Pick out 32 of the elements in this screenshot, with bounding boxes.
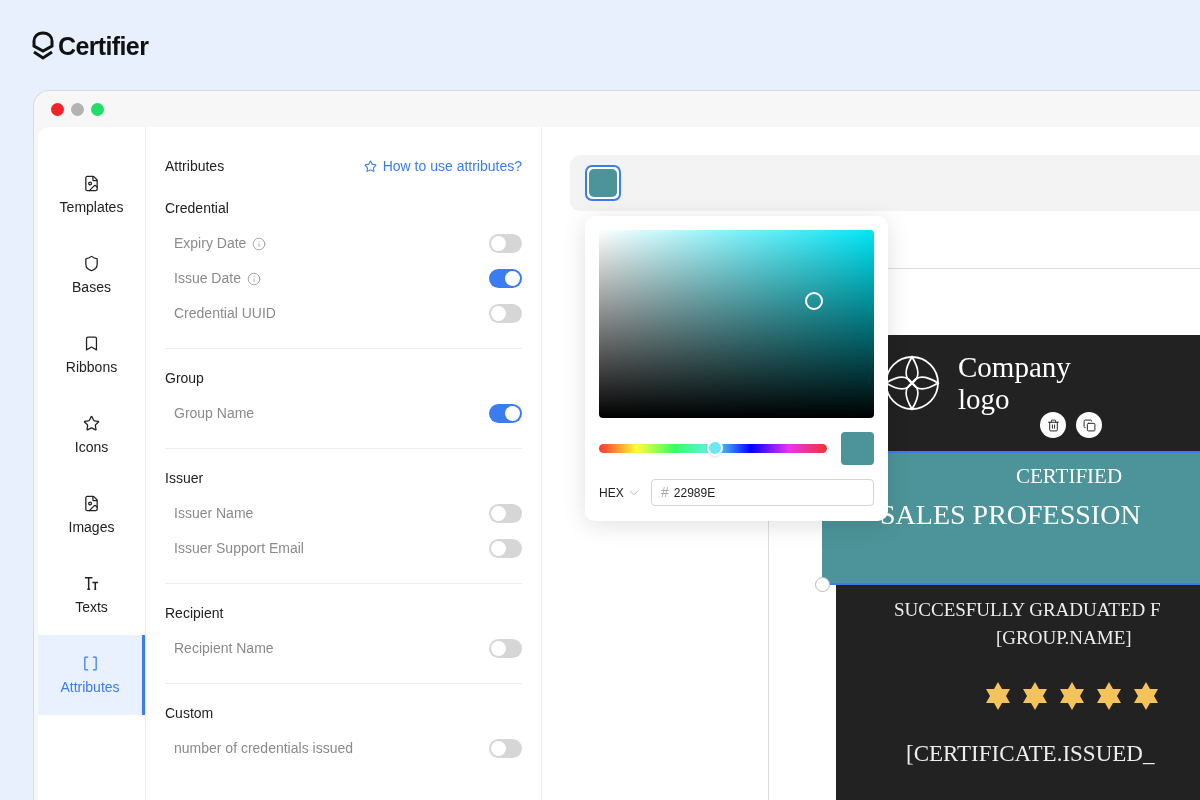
format-dropdown[interactable]: HEX [599,483,643,502]
section-title: Issuer [165,469,205,488]
sidebar-item[interactable]: Ribbons [38,315,145,395]
sidebar-item[interactable]: Texts [38,555,145,635]
section-title: Group [165,369,205,388]
attribute-label: Credential UUID [174,304,276,323]
sidebar-item[interactable]: Icons [38,395,145,475]
attribute-label: Group Name [174,404,255,423]
section-title: Custom [165,704,215,723]
band-subtitle: CERTIFIED [1015,463,1124,489]
logo-text: Company logo [958,351,1072,415]
sidebar-item[interactable]: Attributes [38,635,145,715]
brand-name: Certifier [58,31,149,61]
panel-title: Attributes [165,156,225,176]
sidebar-item[interactable]: Bases [38,235,145,315]
attribute-label: Recipient Name [174,639,274,658]
certificate-text: SUCCESFULLY GRADUATED F [893,598,1162,622]
section-title: Credential [165,199,230,218]
attribute-label: Issuer Support Email [174,539,304,558]
certificate-text: [GROUP.NAME] [995,626,1133,650]
sidebar-item[interactable]: Templates [38,155,145,235]
hash-label: # [661,483,669,502]
hex-input[interactable]: # 22989E [651,479,874,506]
section-title: Recipient [165,604,225,623]
help-link[interactable]: How to use attributes? [363,155,522,177]
attribute-label: Issuer Name [174,504,254,523]
attribute-label: Expiry Date [174,234,247,253]
hex-value: 22989E [673,484,716,502]
attribute-label: number of credentials issued [174,739,353,758]
attribute-label: Issue Date [174,269,241,288]
certificate-text: [CERTIFICATE.ISSUED_ [905,740,1156,768]
sidebar-item[interactable]: Images [38,475,145,555]
